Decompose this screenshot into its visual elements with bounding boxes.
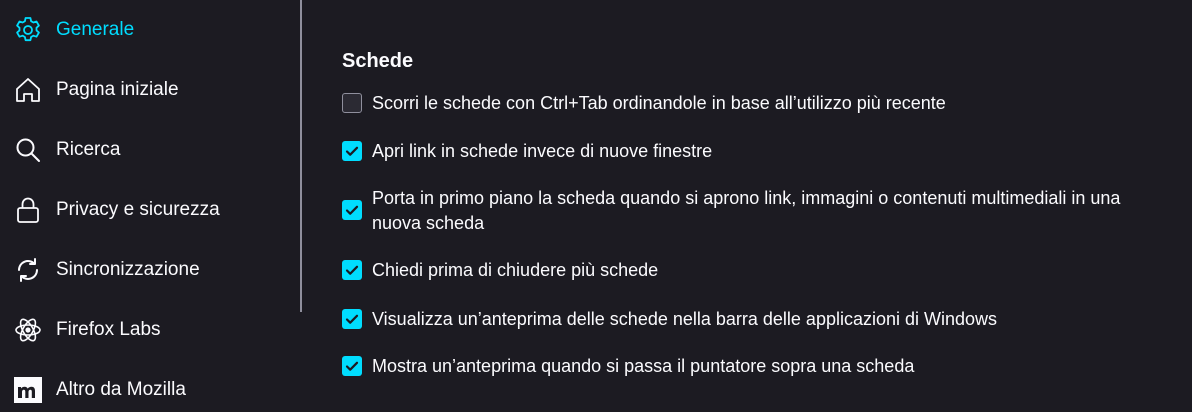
option-open-links-in-tabs[interactable]: Apri link in schede invece di nuove fine…: [342, 139, 1167, 164]
checkmark-icon: [345, 361, 359, 371]
option-switch-to-new-tab[interactable]: Porta in primo piano la scheda quando si…: [342, 186, 1167, 236]
sync-icon: [13, 255, 43, 285]
sidebar-item-label: Sincronizzazione: [56, 259, 200, 280]
sidebar-item-label: Generale: [56, 19, 135, 40]
option-hover-preview[interactable]: Mostra un’anteprima quando si passa il p…: [342, 354, 1167, 379]
checkmark-icon: [345, 265, 359, 275]
option-label: Chiedi prima di chiudere più schede: [372, 260, 659, 280]
sidebar: Generale Pagina iniziale Ricerca Privacy…: [0, 0, 300, 412]
checkbox-checked[interactable]: [342, 200, 362, 220]
sidebar-item-label: Altro da Mozilla: [56, 379, 186, 400]
checkbox-checked[interactable]: [342, 260, 362, 280]
sidebar-item-sincronizzazione[interactable]: Sincronizzazione: [0, 240, 300, 300]
option-taskbar-previews[interactable]: Visualizza un’anteprima delle schede nel…: [342, 307, 1167, 332]
home-icon: [13, 75, 43, 105]
main-content: Schede Scorri le schede con Ctrl+Tab ord…: [342, 0, 1192, 412]
sidebar-item-ricerca[interactable]: Ricerca: [0, 120, 300, 180]
sidebar-divider: [300, 0, 302, 312]
sidebar-item-altro-da-mozilla[interactable]: Altro da Mozilla: [0, 360, 300, 412]
checkmark-icon: [345, 205, 359, 215]
checkbox-unchecked[interactable]: [342, 93, 362, 113]
option-confirm-close-tabs[interactable]: Chiedi prima di chiudere più schede: [342, 258, 1167, 283]
checkbox-checked[interactable]: [342, 309, 362, 329]
checkmark-icon: [345, 314, 359, 324]
sidebar-item-firefox-labs[interactable]: Firefox Labs: [0, 300, 300, 360]
checkmark-icon: [345, 146, 359, 156]
atom-icon: [13, 315, 43, 345]
gear-icon: [13, 15, 43, 45]
option-ctrl-tab-recent[interactable]: Scorri le schede con Ctrl+Tab ordinandol…: [342, 91, 1167, 116]
checkbox-checked[interactable]: [342, 356, 362, 376]
mozilla-icon: [13, 375, 43, 405]
option-label: Visualizza un’anteprima delle schede nel…: [372, 309, 998, 329]
option-label: Apri link in schede invece di nuove fine…: [372, 141, 713, 161]
sidebar-item-generale[interactable]: Generale: [0, 0, 300, 60]
section-title: Schede: [342, 50, 414, 72]
search-icon: [13, 135, 43, 165]
option-label: Porta in primo piano la scheda quando si…: [372, 188, 1121, 233]
sidebar-item-privacy[interactable]: Privacy e sicurezza: [0, 180, 300, 240]
option-label: Mostra un’anteprima quando si passa il p…: [372, 356, 915, 376]
sidebar-item-label: Privacy e sicurezza: [56, 199, 220, 220]
sidebar-item-label: Pagina iniziale: [56, 79, 179, 100]
settings-window: Generale Pagina iniziale Ricerca Privacy…: [0, 0, 1192, 412]
sidebar-item-label: Ricerca: [56, 139, 121, 160]
checkbox-checked[interactable]: [342, 141, 362, 161]
option-label: Scorri le schede con Ctrl+Tab ordinandol…: [372, 93, 946, 113]
lock-icon: [13, 195, 43, 225]
sidebar-item-pagina-iniziale[interactable]: Pagina iniziale: [0, 60, 300, 120]
sidebar-item-label: Firefox Labs: [56, 319, 161, 340]
